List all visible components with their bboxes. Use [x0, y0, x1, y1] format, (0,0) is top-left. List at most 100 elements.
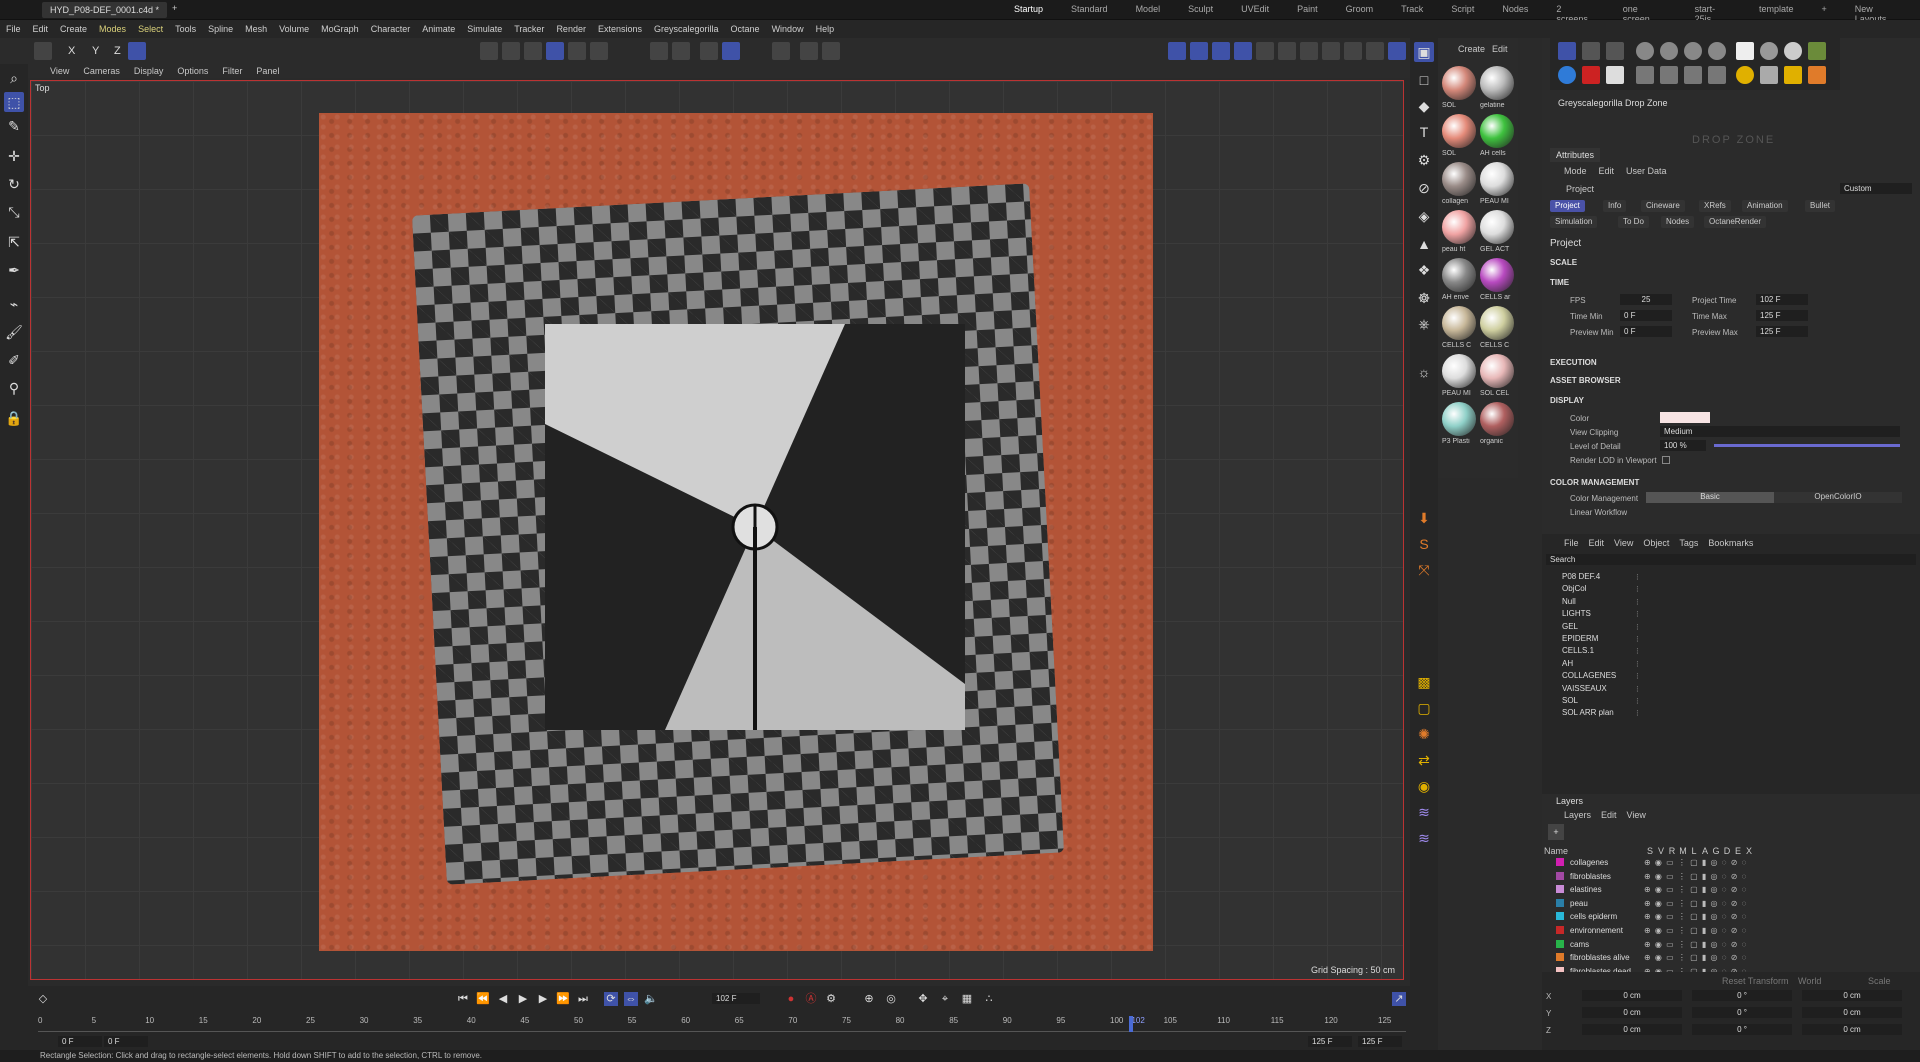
attributes-menu-item[interactable]: User Data — [1626, 166, 1667, 176]
viewport[interactable]: Top Grid Spacing : 50 cm — [30, 80, 1404, 980]
cube-icon[interactable] — [1278, 42, 1296, 60]
workplane-icon[interactable] — [524, 42, 542, 60]
attributes-tab-bullet[interactable]: Bullet — [1805, 200, 1836, 212]
grid-snap-icon[interactable] — [700, 42, 718, 60]
object-visibility-dots[interactable]: ⁝ — [1636, 584, 1639, 595]
material-ball[interactable] — [1442, 258, 1476, 292]
spot-light-icon[interactable] — [1760, 42, 1778, 60]
attributes-tab-nodes[interactable]: Nodes — [1661, 216, 1695, 228]
render-lod-checkbox[interactable] — [1662, 456, 1670, 464]
layer-toggle-icons[interactable]: ⊕ ◉ ▭ ⋮ ▢ ▮ ◎ ◌ ⊘ ◌ — [1644, 926, 1747, 935]
object-visibility-dots[interactable]: ⁝ — [1636, 646, 1639, 657]
object-row[interactable]: AH — [1562, 659, 1573, 668]
material-ball[interactable] — [1480, 258, 1514, 292]
material-ball[interactable] — [1442, 306, 1476, 340]
go-to-end-icon[interactable]: ⏭ — [576, 992, 590, 1006]
spline-pen-icon[interactable]: ✒ — [4, 260, 24, 280]
color-mgmt-basic-button[interactable]: Basic — [1646, 492, 1774, 503]
layer-color-swatch[interactable] — [1556, 912, 1564, 921]
pin-icon[interactable]: ⬇ — [1414, 508, 1434, 528]
octane-material-icon[interactable]: ▩ — [1414, 672, 1434, 692]
coord-rotation-field[interactable]: 0 ° — [1692, 1024, 1792, 1035]
layer-row[interactable]: cells epiderm — [1556, 912, 1617, 921]
level-of-detail-field[interactable]: 100 % — [1660, 440, 1706, 451]
menu-tools[interactable]: Tools — [175, 24, 196, 34]
menu-volume[interactable]: Volume — [279, 24, 309, 34]
material-ball[interactable] — [1480, 354, 1514, 388]
mograph-icon[interactable]: ▲ — [1414, 234, 1434, 254]
coord-scale-field[interactable]: 0 cm — [1802, 1024, 1902, 1035]
start-frame-field[interactable]: 0 F — [58, 1036, 102, 1047]
scale-tool-icon[interactable]: ⤡ — [4, 202, 24, 222]
layer-color-swatch[interactable] — [1556, 953, 1564, 962]
octane-volume-icon[interactable]: ≋ — [1414, 828, 1434, 848]
object-row[interactable]: SOL ARR plan — [1562, 708, 1614, 717]
attributes-tab-to do[interactable]: To Do — [1618, 216, 1649, 228]
object-row[interactable]: P08 DEF.4 — [1562, 572, 1600, 581]
object-visibility-dots[interactable]: ⁝ — [1636, 609, 1639, 620]
layer-menu-item[interactable]: Layers — [1564, 810, 1591, 820]
cube-object-icon[interactable]: ▣ — [1414, 42, 1434, 62]
keyframe-icon[interactable]: ◇ — [36, 992, 50, 1006]
menu-window[interactable]: Window — [772, 24, 804, 34]
object-visibility-dots[interactable]: ⁝ — [1636, 696, 1639, 707]
object-row[interactable]: GEL — [1562, 622, 1578, 631]
add-layer-icon[interactable]: + — [1548, 824, 1564, 840]
octane-render-icon[interactable] — [1366, 42, 1384, 60]
magnet-tool-icon[interactable]: ⚲ — [4, 378, 24, 398]
material-ball[interactable] — [1442, 402, 1476, 436]
sphere-1-icon[interactable] — [1636, 42, 1654, 60]
menu-spline[interactable]: Spline — [208, 24, 233, 34]
layer-color-swatch[interactable] — [1556, 885, 1564, 894]
material-ball[interactable] — [1480, 306, 1514, 340]
layer-row[interactable]: fibroblastes alive — [1556, 953, 1630, 962]
coord-position-field[interactable]: 0 cm — [1582, 1007, 1682, 1018]
menu-extensions[interactable]: Extensions — [598, 24, 642, 34]
object-row[interactable]: VAISSEAUX — [1562, 684, 1607, 693]
axis-x-button[interactable]: X — [68, 45, 75, 57]
octane-live-icon[interactable] — [1558, 66, 1576, 84]
object-visibility-dots[interactable]: ⁝ — [1636, 708, 1639, 719]
group-time[interactable]: TIME — [1550, 278, 1569, 287]
fire-icon[interactable] — [1808, 66, 1826, 84]
coord-rotation-field[interactable]: 0 ° — [1692, 990, 1792, 1001]
layer-toggle-icons[interactable]: ⊕ ◉ ▭ ⋮ ▢ ▮ ◎ ◌ ⊘ ◌ — [1644, 885, 1747, 894]
level-of-detail-slider[interactable] — [1714, 444, 1900, 447]
layer-toggle-icons[interactable]: ⊕ ◉ ▭ ⋮ ▢ ▮ ◎ ◌ ⊘ ◌ — [1644, 940, 1747, 949]
knife-tool-icon[interactable]: ⌁ — [4, 294, 24, 314]
menu-create[interactable]: Create — [60, 24, 87, 34]
autokey-icon[interactable]: Ⓐ — [804, 992, 818, 1006]
material-ball[interactable] — [1442, 354, 1476, 388]
current-frame-field[interactable]: 102 F — [712, 993, 760, 1004]
view-layout-4-icon[interactable] — [1234, 42, 1252, 60]
record-rotation-icon[interactable]: ◎ — [884, 992, 898, 1006]
axis-mode-icon[interactable] — [590, 42, 608, 60]
snap-icon[interactable] — [480, 42, 498, 60]
generator-icon[interactable]: ⚙ — [1414, 150, 1434, 170]
layer-color-swatch[interactable] — [1556, 939, 1564, 948]
attributes-menu-item[interactable]: Mode — [1564, 166, 1587, 176]
attributes-tab[interactable]: Attributes — [1550, 148, 1601, 162]
loop-icon[interactable]: ⟳ — [604, 992, 618, 1006]
layer-menu-item[interactable]: Edit — [1601, 810, 1617, 820]
layer-color-swatch[interactable] — [1556, 926, 1564, 934]
move-tool-icon[interactable]: ✛ — [4, 146, 24, 166]
menu-select[interactable]: Select — [138, 24, 163, 34]
blend-icon[interactable] — [1684, 66, 1702, 84]
group-color-management[interactable]: COLOR MANAGEMENT — [1550, 478, 1639, 487]
next-key-icon[interactable]: ⏩ — [556, 992, 570, 1006]
snap-settings-icon[interactable] — [502, 42, 520, 60]
coord-scale-field[interactable]: 0 cm — [1802, 1007, 1902, 1018]
lamp-icon[interactable] — [1760, 66, 1778, 84]
fps-field[interactable]: 25 — [1620, 294, 1672, 305]
primitive-icon[interactable]: ◆ — [1414, 96, 1434, 116]
transform-tool-icon[interactable]: ⇱ — [4, 232, 24, 252]
material-ball[interactable] — [1442, 210, 1476, 244]
time-min-field[interactable]: 0 F — [1620, 310, 1672, 321]
object-menu-item[interactable]: File — [1564, 538, 1579, 548]
sphere-4-icon[interactable] — [1708, 42, 1726, 60]
octane-light-icon[interactable]: ✺ — [1414, 724, 1434, 744]
world-dropdown[interactable]: World — [1798, 976, 1821, 986]
layer-row[interactable]: peau — [1556, 898, 1588, 908]
object-row[interactable]: ObjCol — [1562, 584, 1586, 593]
